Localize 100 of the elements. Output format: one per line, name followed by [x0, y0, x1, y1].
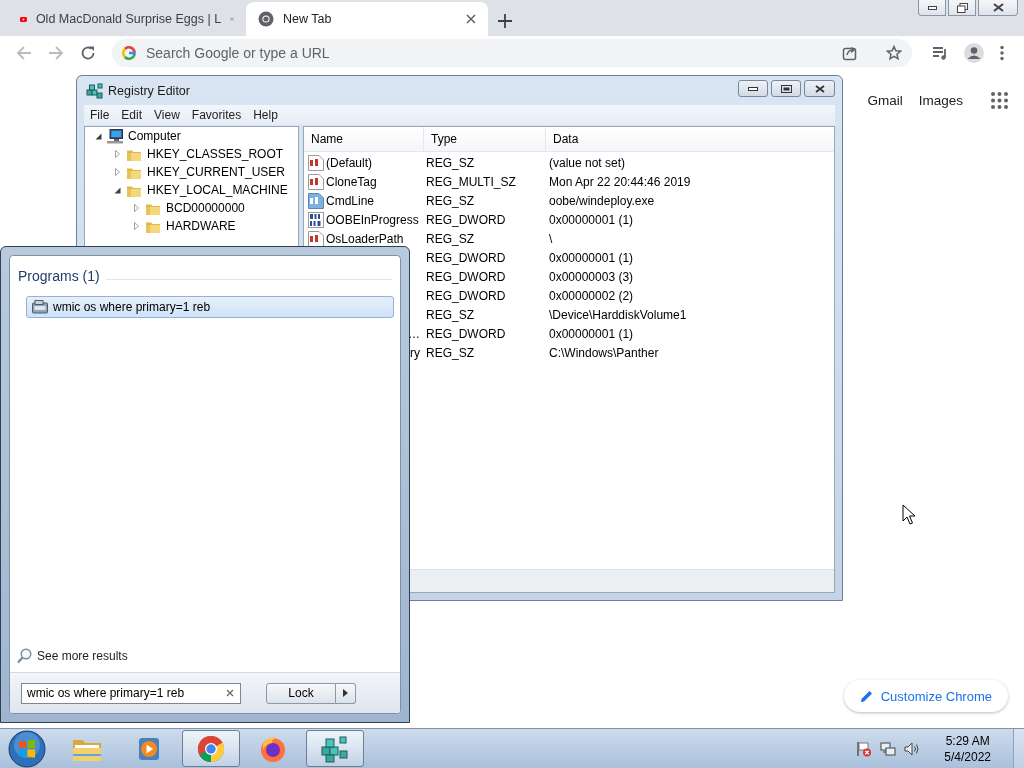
search-field[interactable]: wmic os where primary=1 reb	[21, 682, 241, 704]
close-icon	[992, 3, 1004, 12]
value-type: REG_DWORD	[425, 288, 507, 303]
menu-item[interactable]: File	[84, 108, 116, 122]
registry-cubes-icon	[86, 82, 104, 99]
address-bar[interactable]: Search Google or type a URL	[112, 39, 912, 67]
search-icon[interactable]	[17, 648, 32, 664]
share-icon[interactable]	[842, 45, 858, 61]
menu-item[interactable]: Edit	[115, 108, 149, 122]
value-name[interactable]: …	[408, 326, 420, 341]
value-name[interactable]: CloneTag	[326, 174, 377, 189]
value-type: REG_DWORD	[425, 326, 507, 341]
clock-date: 5/4/2022	[944, 748, 991, 765]
tree-item[interactable]: HKEY_CURRENT_USER	[147, 165, 286, 179]
collapsed-arrow-icon[interactable]	[134, 222, 139, 230]
value-type: REG_DWORD	[425, 212, 507, 227]
pencil-icon	[859, 689, 873, 703]
value-data: 0x00000001 (1)	[548, 250, 634, 265]
tree-item[interactable]: Computer	[128, 129, 181, 143]
value-data: 0x00000003 (3)	[548, 269, 634, 284]
tree-item[interactable]: HKEY_LOCAL_MACHINE	[147, 183, 288, 197]
menu-icon[interactable]	[1000, 45, 1004, 61]
value-type: REG_SZ	[425, 193, 475, 208]
menu-item[interactable]: Favorites	[185, 108, 248, 122]
expanded-arrow-icon[interactable]	[114, 186, 121, 194]
value-data: Mon Apr 22 20:44:46 2019	[548, 174, 691, 189]
value-name[interactable]: OsLoaderPath	[326, 231, 404, 246]
restore-button[interactable]	[948, 0, 976, 16]
close-button[interactable]	[978, 0, 1018, 16]
see-more-link[interactable]: See more results	[37, 649, 128, 663]
collapsed-arrow-icon[interactable]	[115, 150, 120, 158]
value-data: oobe/windeploy.exe	[548, 193, 655, 208]
window-title: Registry Editor	[108, 83, 191, 98]
new-tab-icon[interactable]	[498, 14, 512, 28]
browser-tab[interactable]: New Tab	[246, 2, 488, 36]
star-icon[interactable]	[886, 45, 902, 61]
link[interactable]: Gmail	[867, 93, 903, 108]
media-player-icon	[136, 735, 162, 762]
clear-icon[interactable]	[226, 689, 234, 697]
minimize-icon	[927, 5, 937, 10]
value-type: REG_DWORD	[425, 250, 507, 265]
value-data: C:\Windows\Panther	[548, 345, 659, 360]
expanded-arrow-icon[interactable]	[95, 132, 102, 140]
string-value-icon	[308, 192, 324, 209]
media-queue-icon[interactable]	[932, 45, 948, 61]
chrome-icon	[197, 734, 225, 763]
column-header[interactable]: Data	[546, 127, 834, 151]
link[interactable]: Images	[918, 93, 963, 108]
taskbar-button[interactable]	[306, 730, 364, 767]
value-name[interactable]: OOBEInProgress	[326, 212, 419, 227]
value-name[interactable]: CmdLine	[326, 193, 375, 208]
collapsed-arrow-icon[interactable]	[134, 204, 139, 212]
taskbar-button[interactable]	[182, 730, 240, 767]
profile-icon[interactable]	[964, 43, 984, 63]
value-name[interactable]: (Default)	[326, 155, 372, 170]
start-orb-icon[interactable]	[8, 729, 46, 768]
customize-button[interactable]: Customize Chrome	[843, 680, 1008, 712]
value-name[interactable]: ry	[410, 345, 420, 360]
flag-error-icon[interactable]	[856, 740, 873, 757]
tree-item[interactable]: HARDWARE	[166, 219, 236, 233]
menu-item[interactable]: View	[148, 108, 186, 122]
tree-item[interactable]: HKEY_CLASSES_ROOT	[147, 147, 284, 161]
registry-cubes-icon	[320, 734, 350, 763]
value-data: (value not set)	[548, 155, 626, 170]
value-data: 0x00000001 (1)	[548, 326, 634, 341]
value-type: REG_MULTI_SZ	[425, 174, 517, 189]
minimize-button[interactable]	[738, 80, 768, 97]
value-data: \Device\HarddiskVolume1	[548, 307, 687, 322]
restore-icon	[956, 2, 968, 13]
collapsed-arrow-icon[interactable]	[115, 168, 120, 176]
value-type: REG_SZ	[425, 345, 475, 360]
value-type: REG_SZ	[425, 231, 475, 246]
section-heading: Programs (1)	[18, 268, 100, 284]
network-icon[interactable]	[880, 740, 897, 757]
value-type: REG_SZ	[425, 155, 475, 170]
column-header[interactable]: Type	[424, 127, 546, 151]
column-header[interactable]: Name	[304, 127, 424, 151]
close-icon[interactable]	[466, 14, 476, 24]
string-value-icon	[308, 173, 324, 190]
chrome-icon	[258, 11, 274, 27]
binary-value-icon	[308, 211, 324, 228]
logo-icon	[122, 46, 136, 60]
value-data: 0x00000001 (1)	[548, 212, 634, 227]
close-button[interactable]	[804, 80, 835, 97]
tree-item[interactable]: BCD00000000	[166, 201, 245, 215]
minimize-icon	[748, 86, 758, 91]
minimize-button[interactable]	[918, 0, 946, 16]
search-result[interactable]: wmic os where primary=1 reb	[26, 296, 394, 318]
lock-button[interactable]: Lock	[266, 682, 336, 704]
power-options-button[interactable]	[336, 682, 356, 704]
value-data: 0x00000002 (2)	[548, 288, 634, 303]
maximize-icon	[780, 84, 792, 93]
reload-icon[interactable]	[80, 45, 96, 61]
browser-tab[interactable]: Old MacDonald Surprise Eggs | L	[8, 2, 246, 36]
maximize-button[interactable]	[771, 80, 801, 97]
close-icon	[814, 84, 825, 93]
speaker-icon[interactable]	[904, 740, 921, 757]
apps-grid-icon[interactable]	[991, 92, 1008, 109]
menu-item[interactable]: Help	[247, 108, 284, 122]
clock-time: 5:29 AM	[945, 732, 990, 749]
